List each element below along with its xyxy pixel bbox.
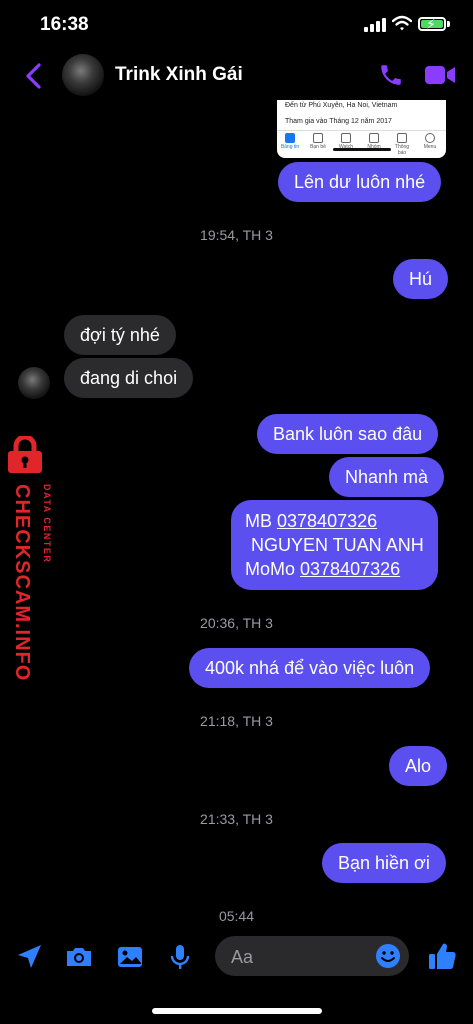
bank-line-mb: MB 0378407326	[245, 511, 378, 531]
thumbs-up-icon[interactable]	[426, 940, 458, 972]
message-input-field[interactable]	[215, 936, 409, 976]
photo-gallery-icon[interactable]	[115, 942, 145, 972]
padlock-icon	[8, 436, 42, 473]
message-outgoing-bank-info[interactable]: MB 0378407326 NGUYEN TUAN ANH MoMo 03784…	[231, 500, 438, 590]
battery-icon: ⚡	[418, 16, 446, 32]
phone-call-icon[interactable]	[378, 62, 404, 88]
message-outgoing[interactable]: Nhanh mà	[329, 457, 445, 497]
battery-cap	[447, 21, 450, 27]
mb-account-link[interactable]: 0378407326	[277, 511, 377, 531]
back-chevron-icon[interactable]	[22, 62, 46, 90]
timestamp: 19:54, TH 3	[200, 227, 273, 243]
message-outgoing[interactable]: Alo	[389, 746, 448, 786]
bank-account-name: NGUYEN TUAN ANH	[251, 535, 424, 555]
chat-header: Trink Xinh Gái	[0, 48, 473, 104]
home-indicator	[152, 1008, 322, 1014]
preview-tabbar: Bảng tin Bạn bè Watch Nhóm Thông báo Men…	[277, 130, 446, 156]
preview-tab: Bảng tin	[280, 133, 300, 150]
timestamp: 21:33, TH 3	[200, 811, 273, 827]
preview-tab: Thông báo	[392, 133, 412, 156]
status-time: 16:38	[40, 14, 89, 35]
cellular-signal-icon	[364, 18, 386, 32]
watermark-subtitle: DATA CENTER	[42, 484, 52, 564]
location-arrow-icon[interactable]	[14, 942, 44, 972]
timestamp: 20:36, TH 3	[200, 615, 273, 631]
preview-tab: Bạn bè	[308, 133, 328, 150]
message-outgoing[interactable]: Bạn hiền ơi	[322, 843, 446, 883]
emoji-icon[interactable]	[375, 943, 401, 969]
status-bar: 16:38 ⚡	[0, 0, 473, 48]
timestamp: 05:44	[218, 908, 255, 924]
contact-name[interactable]: Trink Xinh Gái	[115, 64, 243, 86]
message-composer	[0, 928, 473, 988]
watermark-brand: CHECKSCAM.INFO	[11, 484, 33, 682]
preview-tab: Menu	[420, 133, 440, 150]
microphone-icon[interactable]	[165, 942, 195, 972]
video-call-icon[interactable]	[424, 64, 456, 86]
message-incoming[interactable]: đợi tý nhé	[64, 315, 176, 355]
message-outgoing[interactable]: Hú	[393, 259, 449, 299]
message-input[interactable]	[229, 944, 373, 970]
camera-icon[interactable]	[64, 942, 94, 972]
message-outgoing[interactable]: 400k nhá để vào việc luôn	[189, 648, 431, 688]
contact-avatar[interactable]	[62, 54, 104, 96]
preview-home-bar	[333, 148, 391, 151]
message-outgoing[interactable]: Lên dư luôn nhé	[278, 162, 442, 202]
timestamp: 21:18, TH 3	[200, 713, 273, 729]
preview-joined: Tham gia vào Tháng 12 năm 2017	[285, 118, 392, 125]
bank-line-momo: MoMo 0378407326	[245, 559, 401, 579]
checkscam-watermark: CHECKSCAM.INFO DATA CENTER	[0, 436, 60, 681]
shared-image-preview[interactable]: Đến từ Phú Xuyên, Ha Noi, Vietnam Tham g…	[277, 100, 446, 158]
message-incoming[interactable]: đang di choi	[64, 358, 194, 398]
contact-avatar-small	[18, 367, 50, 399]
momo-account-link[interactable]: 0378407326	[300, 559, 400, 579]
message-outgoing[interactable]: Bank luôn sao đâu	[257, 414, 439, 454]
preview-location: Đến từ Phú Xuyên, Ha Noi, Vietnam	[285, 102, 398, 109]
wifi-icon	[392, 15, 412, 31]
